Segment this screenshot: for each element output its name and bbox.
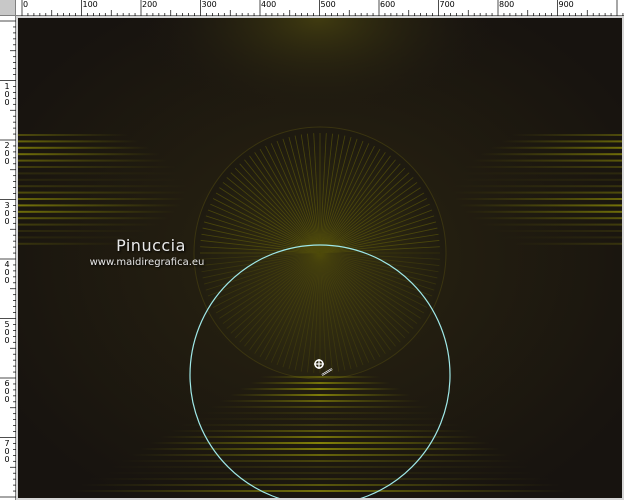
ruler-top-label: 300 [201,0,217,9]
ruler-left-label: 300 [4,200,10,226]
ruler-left-label: 100 [4,81,10,107]
ruler-top-label: 900 [558,0,574,9]
ruler-top-label: 200 [142,0,158,9]
ruler-top-label: 600 [380,0,396,9]
ruler-top-label: 400 [261,0,277,9]
ruler-top-label: 700 [439,0,455,9]
ruler-top-label: 0 [23,0,29,9]
ruler-left-label: 500 [4,319,10,345]
ruler-left-label: 600 [4,379,10,404]
ruler-top-label: 500 [320,0,336,9]
ruler-top-label: 100 [82,0,98,9]
ruler-left-label: 400 [4,260,10,285]
ruler-left-label: 700 [4,438,10,464]
ruler-ticks [0,0,624,498]
ruler-left-label: 200 [4,141,10,166]
ruler-top-label: 800 [499,0,515,9]
